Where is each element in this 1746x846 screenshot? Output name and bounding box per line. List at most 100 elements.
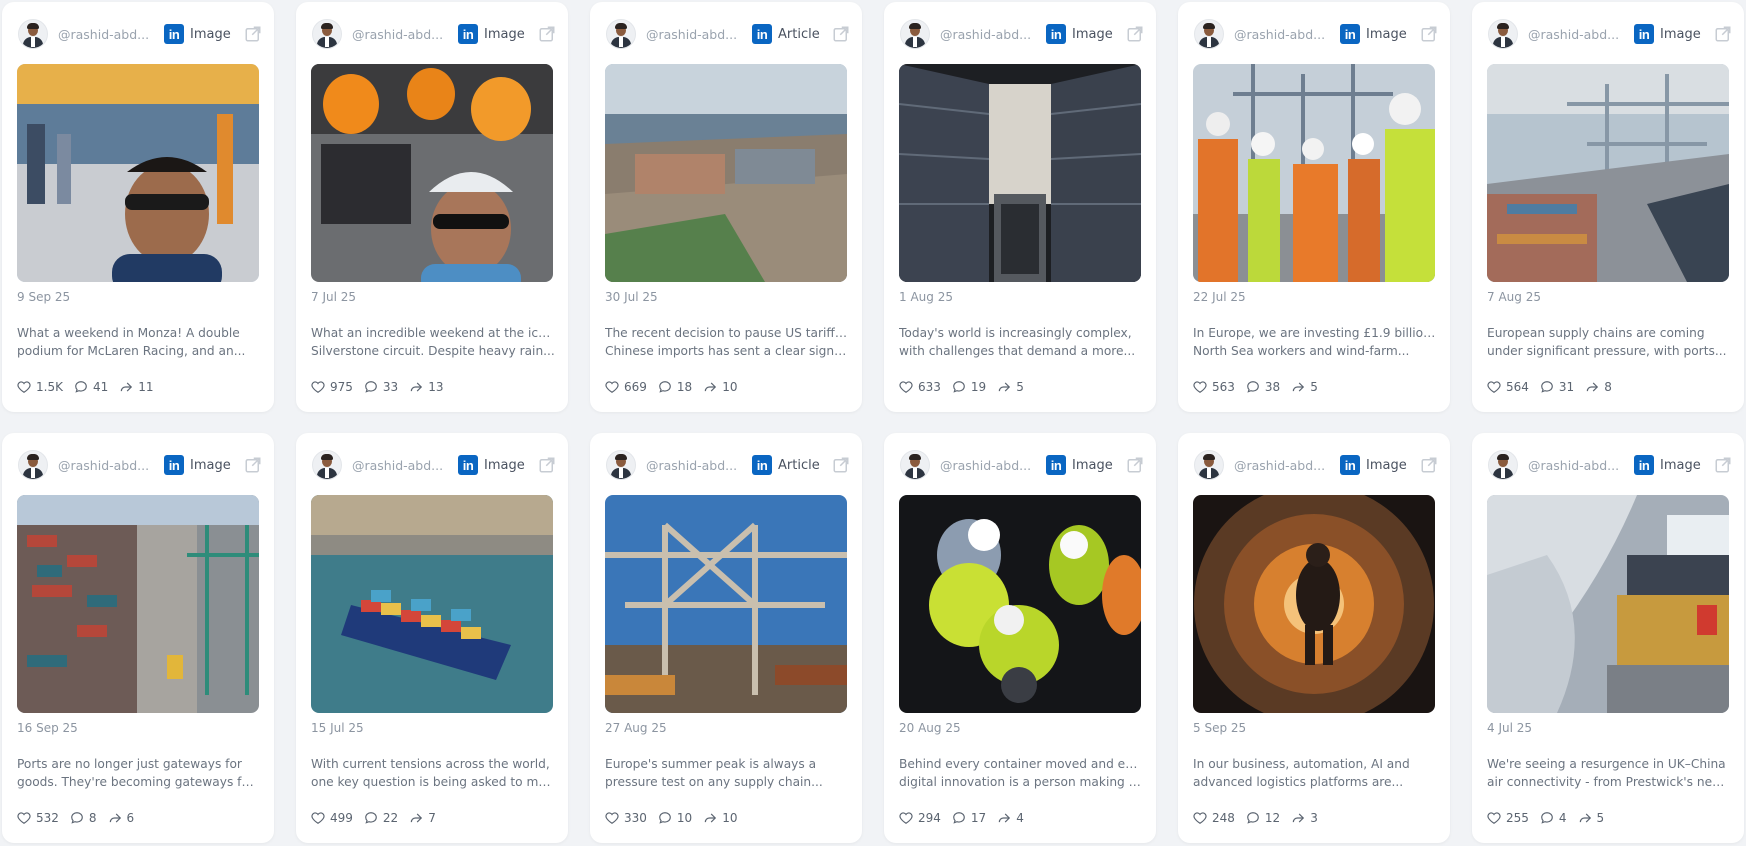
- post-card[interactable]: @rashid-abd... in Image 20 Aug 25 Behind…: [884, 433, 1156, 843]
- post-image[interactable]: [311, 495, 553, 713]
- author-handle[interactable]: @rashid-abd...: [646, 27, 742, 42]
- heart-icon: [17, 380, 36, 394]
- external-link-icon[interactable]: [1714, 456, 1732, 474]
- post-date: 1 Aug 25: [899, 290, 953, 304]
- avatar[interactable]: [900, 450, 930, 480]
- external-link-icon[interactable]: [1714, 25, 1732, 43]
- author-handle[interactable]: @rashid-abd...: [1528, 27, 1624, 42]
- share-icon: [409, 811, 428, 825]
- avatar[interactable]: [606, 450, 636, 480]
- external-link-icon[interactable]: [832, 25, 850, 43]
- avatar[interactable]: [1194, 450, 1224, 480]
- post-card[interactable]: @rashid-abd... in Image 7 Aug 25 Europea…: [1472, 2, 1744, 412]
- post-card[interactable]: @rashid-abd... in Article 30 Jul 25 The …: [590, 2, 862, 412]
- post-image[interactable]: [899, 64, 1141, 282]
- external-link-icon[interactable]: [1420, 25, 1438, 43]
- post-image[interactable]: [1193, 495, 1435, 713]
- post-date: 4 Jul 25: [1487, 721, 1533, 735]
- author-handle[interactable]: @rashid-abd...: [940, 458, 1036, 473]
- likes-stat: 1.5K: [17, 380, 63, 394]
- external-link-icon[interactable]: [832, 456, 850, 474]
- author-handle[interactable]: @rashid-abd...: [58, 27, 154, 42]
- post-date: 15 Jul 25: [311, 721, 364, 735]
- likes-stat: 294: [899, 811, 941, 825]
- post-caption: What an incredible weekend at the iconic…: [311, 324, 555, 360]
- avatar[interactable]: [312, 450, 342, 480]
- comments-stat: 18: [658, 380, 692, 394]
- post-image[interactable]: [1193, 64, 1435, 282]
- caption-line: North Sea workers and wind-farm...: [1193, 344, 1410, 358]
- comment-icon: [1540, 380, 1559, 394]
- avatar[interactable]: [606, 19, 636, 49]
- avatar[interactable]: [1194, 19, 1224, 49]
- caption-line: With current tensions across the world,: [311, 757, 550, 771]
- post-card[interactable]: @rashid-abd... in Image 16 Sep 25 Ports …: [2, 433, 274, 843]
- post-type-label: Image: [1366, 26, 1407, 42]
- heart-icon: [1193, 380, 1212, 394]
- post-image[interactable]: [17, 64, 259, 282]
- post-card[interactable]: @rashid-abd... in Image 15 Jul 25 With c…: [296, 433, 568, 843]
- shares-count: 10: [722, 811, 738, 825]
- post-card[interactable]: @rashid-abd... in Image 1 Aug 25 Today's…: [884, 2, 1156, 412]
- avatar[interactable]: [18, 19, 48, 49]
- author-handle[interactable]: @rashid-abd...: [58, 458, 154, 473]
- post-card[interactable]: @rashid-abd... in Image 7 Jul 25 What an…: [296, 2, 568, 412]
- author-handle[interactable]: @rashid-abd...: [1528, 458, 1624, 473]
- heart-icon: [1487, 811, 1506, 825]
- post-caption: The recent decision to pause US tariffs …: [605, 324, 849, 360]
- author-handle[interactable]: @rashid-abd...: [352, 27, 448, 42]
- likes-count: 532: [36, 811, 59, 825]
- post-caption: In our business, automation, AI and adva…: [1193, 755, 1437, 791]
- post-header: @rashid-abd... in Image: [1488, 449, 1732, 481]
- author-handle[interactable]: @rashid-abd...: [646, 458, 742, 473]
- external-link-icon[interactable]: [538, 25, 556, 43]
- post-image[interactable]: [605, 495, 847, 713]
- external-link-icon[interactable]: [244, 25, 262, 43]
- author-handle[interactable]: @rashid-abd...: [1234, 27, 1330, 42]
- caption-line: pressure test on any supply chain...: [605, 775, 823, 789]
- likes-stat: 532: [17, 811, 59, 825]
- comments-count: 18: [676, 380, 693, 394]
- post-header: @rashid-abd... in Image: [900, 18, 1144, 50]
- likes-count: 669: [624, 380, 647, 394]
- shares-stat: 10: [703, 811, 737, 825]
- author-handle[interactable]: @rashid-abd...: [1234, 458, 1330, 473]
- avatar[interactable]: [1488, 19, 1518, 49]
- external-link-icon[interactable]: [538, 456, 556, 474]
- external-link-icon[interactable]: [1126, 456, 1144, 474]
- external-link-icon[interactable]: [1126, 25, 1144, 43]
- post-card[interactable]: @rashid-abd... in Image 4 Jul 25 We're s…: [1472, 433, 1744, 843]
- share-icon: [1578, 811, 1597, 825]
- post-stats: 294 17 4: [899, 811, 1035, 825]
- avatar[interactable]: [18, 450, 48, 480]
- post-image[interactable]: [311, 64, 553, 282]
- shares-count: 5: [1596, 811, 1605, 825]
- avatar[interactable]: [1488, 450, 1518, 480]
- avatar[interactable]: [900, 19, 930, 49]
- post-image[interactable]: [1487, 64, 1729, 282]
- avatar[interactable]: [312, 19, 342, 49]
- heart-icon: [605, 380, 624, 394]
- heart-icon: [311, 811, 330, 825]
- post-card[interactable]: @rashid-abd... in Article 27 Aug 25 Euro…: [590, 433, 862, 843]
- external-link-icon[interactable]: [1420, 456, 1438, 474]
- comments-count: 31: [1558, 380, 1575, 394]
- post-card[interactable]: @rashid-abd... in Image 22 Jul 25 In Eur…: [1178, 2, 1450, 412]
- comment-icon: [74, 380, 93, 394]
- post-card[interactable]: @rashid-abd... in Image 5 Sep 25 In our …: [1178, 433, 1450, 843]
- linkedin-icon: in: [752, 24, 772, 44]
- post-image[interactable]: [899, 495, 1141, 713]
- comments-count: 38: [1264, 380, 1281, 394]
- post-header: @rashid-abd... in Image: [312, 18, 556, 50]
- author-handle[interactable]: @rashid-abd...: [940, 27, 1036, 42]
- post-image[interactable]: [1487, 495, 1729, 713]
- post-card[interactable]: @rashid-abd... in Image 9 Sep 25 What a …: [2, 2, 274, 412]
- caption-line: Today's world is increasingly complex,: [899, 326, 1132, 340]
- post-image[interactable]: [605, 64, 847, 282]
- comments-count: 17: [970, 811, 987, 825]
- post-image[interactable]: [17, 495, 259, 713]
- comment-icon: [658, 380, 677, 394]
- external-link-icon[interactable]: [244, 456, 262, 474]
- author-handle[interactable]: @rashid-abd...: [352, 458, 448, 473]
- caption-line: with challenges that demand a more...: [899, 344, 1136, 358]
